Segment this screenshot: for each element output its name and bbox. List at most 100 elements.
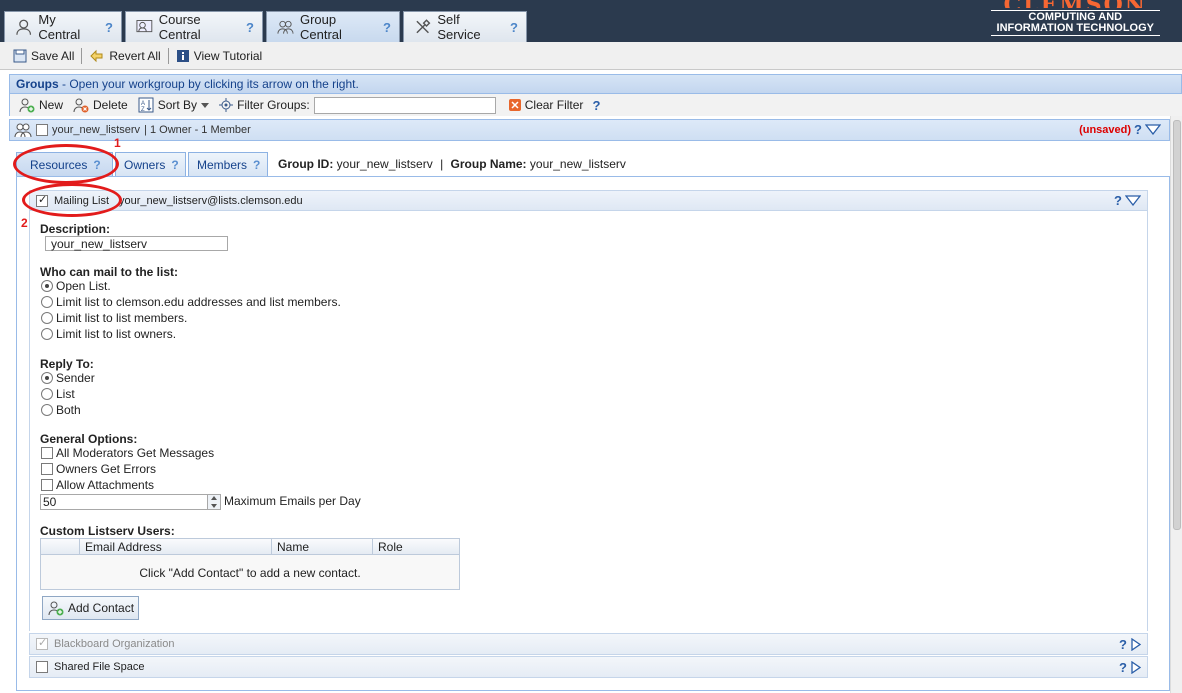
help-icon[interactable]: ?: [253, 158, 260, 172]
svg-text:Z: Z: [141, 107, 145, 113]
annotation-circle: [22, 183, 122, 217]
help-icon[interactable]: ?: [171, 158, 178, 172]
group-summary: | 1 Owner - 1 Member: [144, 124, 251, 136]
tab-self-service[interactable]: Self Service ?: [403, 11, 527, 42]
separator: |: [440, 157, 444, 171]
column-name[interactable]: Name: [271, 539, 372, 555]
save-all-button[interactable]: Save All: [6, 45, 81, 67]
tab-my-central[interactable]: My Central ?: [4, 11, 122, 42]
help-icon[interactable]: ?: [1134, 122, 1142, 137]
add-contact-label: Add Contact: [68, 601, 135, 615]
revert-all-button[interactable]: Revert All: [82, 45, 167, 67]
reply-list-option[interactable]: List: [41, 387, 75, 401]
attachments-option[interactable]: Allow Attachments: [41, 478, 154, 492]
add-group-icon: [19, 98, 35, 113]
owners-errors-option[interactable]: Owners Get Errors: [41, 462, 156, 476]
revert-all-label: Revert All: [109, 48, 161, 63]
tab-group-central[interactable]: Group Central ?: [266, 11, 400, 42]
add-contact-button[interactable]: Add Contact: [42, 596, 139, 620]
group-name-label: Group Name:: [450, 157, 527, 171]
limit-owners-option[interactable]: Limit list to list owners.: [41, 327, 176, 341]
custom-users-label: Custom Listserv Users:: [40, 524, 175, 538]
radio-button[interactable]: [41, 372, 53, 384]
clear-icon: [508, 99, 521, 111]
help-icon[interactable]: ?: [1119, 637, 1127, 652]
checkbox[interactable]: [36, 661, 48, 673]
help-icon[interactable]: ?: [246, 20, 254, 35]
table-header-cell: [41, 539, 79, 555]
max-emails-stepper[interactable]: [207, 494, 221, 510]
reply-sender-option[interactable]: Sender: [41, 371, 95, 385]
help-icon[interactable]: ?: [592, 98, 600, 113]
description-input[interactable]: your_new_listserv: [45, 236, 228, 251]
radio-button[interactable]: [41, 328, 53, 340]
group-icon: [14, 123, 32, 138]
tab-label: Self Service: [437, 12, 481, 42]
group-id-value: your_new_listserv: [336, 157, 433, 171]
limit-members-option[interactable]: Limit list to list members.: [41, 311, 187, 325]
option-label: Limit list to list members.: [56, 311, 188, 325]
tab-course-central[interactable]: Course Central ?: [125, 11, 263, 42]
view-tutorial-label: View Tutorial: [193, 48, 263, 63]
sort-by-button[interactable]: AZ Sort By: [133, 94, 214, 116]
radio-button[interactable]: [41, 312, 53, 324]
shared-file-space-section[interactable]: Shared File Space ?: [29, 656, 1148, 678]
groups-panel-header: Groups - Open your workgroup by clicking…: [9, 74, 1182, 94]
custom-users-table: Email Address Name Role Click "Add Conta…: [40, 538, 460, 590]
reply-both-option[interactable]: Both: [41, 403, 81, 417]
target-icon: [219, 98, 234, 112]
group-name-value: your_new_listserv: [529, 157, 626, 171]
checkbox[interactable]: [41, 463, 53, 475]
tab-label: My Central: [38, 12, 81, 42]
tab-owners[interactable]: Owners ?: [115, 152, 186, 176]
help-icon[interactable]: ?: [1119, 660, 1127, 675]
radio-button[interactable]: [41, 388, 53, 400]
save-all-label: Save All: [31, 48, 75, 63]
radio-button[interactable]: [41, 404, 53, 416]
help-icon[interactable]: ?: [383, 20, 391, 35]
expand-arrow-icon[interactable]: [1131, 638, 1141, 651]
collapse-arrow-icon[interactable]: [1145, 124, 1161, 135]
chevron-down-icon: [201, 102, 210, 108]
group-row[interactable]: your_new_listserv | 1 Owner - 1 Member (…: [9, 119, 1170, 141]
help-icon[interactable]: ?: [1114, 193, 1122, 208]
help-icon[interactable]: ?: [510, 20, 518, 35]
tab-members[interactable]: Members ?: [188, 152, 268, 176]
clear-filter-button[interactable]: Clear Filter: [504, 94, 589, 116]
reply-to-label: Reply To:: [40, 357, 94, 371]
radio-button[interactable]: [41, 296, 53, 308]
delete-group-button[interactable]: Delete: [68, 94, 133, 116]
radio-button[interactable]: [41, 280, 53, 292]
column-email[interactable]: Email Address: [79, 539, 271, 555]
checkbox[interactable]: [41, 447, 53, 459]
blackboard-organization-section[interactable]: Blackboard Organization ?: [29, 633, 1148, 655]
option-label: Allow Attachments: [56, 478, 155, 492]
open-list-option[interactable]: Open List.: [41, 279, 111, 293]
new-group-button[interactable]: New: [14, 94, 68, 116]
filter-groups-input[interactable]: [313, 96, 496, 114]
group-select-checkbox[interactable]: [36, 124, 48, 136]
brand-logo: CLEMSON COMPUTING AND INFORMATION TECHNO…: [990, 0, 1160, 36]
group-name: your_new_listserv: [52, 124, 141, 136]
scrollbar-thumb[interactable]: [1173, 120, 1181, 530]
add-user-icon: [48, 601, 64, 616]
clear-filter-label: Clear Filter: [524, 98, 584, 112]
help-icon[interactable]: ?: [105, 20, 113, 35]
view-tutorial-button[interactable]: View Tutorial: [169, 45, 269, 67]
mailing-list-header: Mailing List your_new_listserv@lists.cle…: [29, 190, 1148, 211]
limit-clemson-option[interactable]: Limit list to clemson.edu addresses and …: [41, 295, 341, 309]
vertical-scrollbar[interactable]: [1170, 116, 1182, 693]
tab-label: Group Central: [299, 12, 342, 42]
course-icon: [136, 20, 153, 33]
max-emails-input[interactable]: 50: [40, 494, 208, 510]
main-toolbar: Save All Revert All View Tutorial: [0, 42, 1182, 70]
column-role[interactable]: Role: [372, 539, 459, 555]
option-label: Owners Get Errors: [56, 462, 157, 476]
unsaved-indicator: (unsaved): [1079, 123, 1132, 136]
checkbox[interactable]: [41, 479, 53, 491]
expand-arrow-icon[interactable]: [1131, 661, 1141, 674]
collapse-arrow-icon[interactable]: [1125, 195, 1141, 206]
user-icon: [16, 19, 32, 35]
moderators-option[interactable]: All Moderators Get Messages: [41, 446, 214, 460]
brand-line-2: INFORMATION TECHNOLOGY: [996, 22, 1154, 34]
